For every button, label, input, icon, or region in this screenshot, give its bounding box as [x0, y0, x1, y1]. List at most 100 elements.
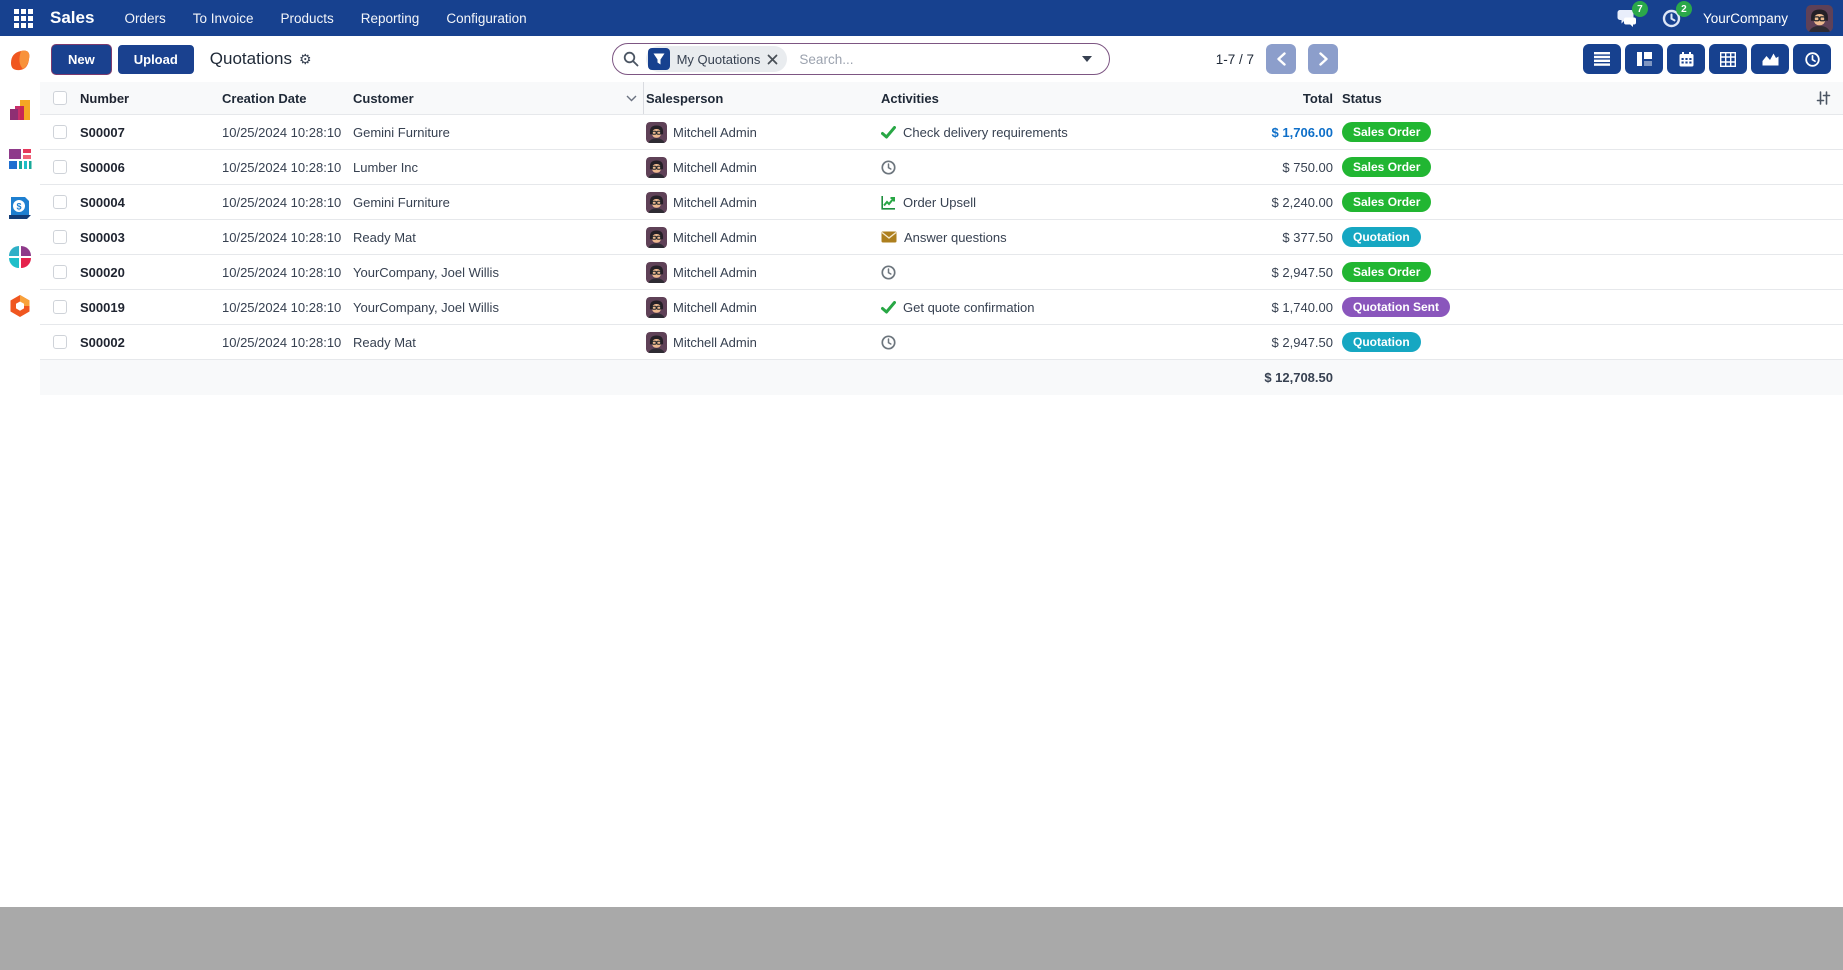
salesperson-name: Mitchell Admin — [673, 265, 757, 280]
row-creation-date: 10/25/2024 10:28:10 — [222, 325, 353, 359]
sidebar-app-crm[interactable] — [7, 48, 33, 74]
nav-item-orders[interactable]: Orders — [124, 11, 165, 26]
row-customer: YourCompany, Joel Willis — [353, 255, 644, 289]
nav-menu: Orders To Invoice Products Reporting Con… — [124, 11, 526, 26]
salesperson-name: Mitchell Admin — [673, 160, 757, 175]
column-header-creation-date[interactable]: Creation Date — [222, 82, 353, 114]
activity-view-button[interactable] — [1793, 44, 1831, 74]
sidebar-app-sales[interactable] — [7, 97, 33, 123]
table-row[interactable]: S0002010/25/2024 10:28:10YourCompany, Jo… — [40, 255, 1843, 290]
column-header-salesperson[interactable]: Salesperson — [644, 82, 881, 114]
search-bar: My Quotations — [612, 43, 1110, 75]
activity-label: Get quote confirmation — [903, 300, 1035, 315]
activity-upsell-chart-icon — [881, 195, 896, 210]
column-header-customer[interactable]: Customer — [353, 82, 644, 114]
chevron-right-icon — [1318, 52, 1329, 66]
search-input[interactable] — [799, 52, 1068, 67]
sort-chevron-icon — [626, 95, 637, 102]
sidebar-app-invoicing[interactable]: $ — [7, 195, 33, 221]
activity-clock-icon — [881, 335, 896, 350]
table-row[interactable]: S0000410/25/2024 10:28:10Gemini Furnitur… — [40, 185, 1843, 220]
row-checkbox[interactable] — [40, 150, 80, 184]
pager-next-button[interactable] — [1308, 44, 1338, 74]
sidebar-app-dashboards[interactable] — [7, 146, 33, 172]
nav-item-products[interactable]: Products — [281, 11, 334, 26]
top-navbar: Sales Orders To Invoice Products Reporti… — [0, 0, 1843, 36]
company-switcher[interactable]: YourCompany — [1703, 11, 1788, 26]
row-activity[interactable] — [881, 150, 1151, 184]
column-header-status[interactable]: Status — [1333, 82, 1809, 114]
row-checkbox[interactable] — [40, 185, 80, 219]
table-row[interactable]: S0001910/25/2024 10:28:10YourCompany, Jo… — [40, 290, 1843, 325]
dashboards-icon — [7, 146, 33, 172]
row-status: Quotation — [1333, 325, 1843, 359]
nav-item-reporting[interactable]: Reporting — [361, 11, 420, 26]
row-activity[interactable]: Get quote confirmation — [881, 290, 1151, 324]
kanban-view-button[interactable] — [1625, 44, 1663, 74]
page-title: Quotations — [210, 49, 292, 69]
list-view-icon — [1594, 52, 1610, 66]
new-button[interactable]: New — [52, 45, 111, 74]
graph-view-button[interactable] — [1751, 44, 1789, 74]
select-all-checkbox[interactable] — [40, 82, 80, 114]
activity-view-icon — [1805, 52, 1820, 67]
row-number: S00002 — [80, 325, 222, 359]
pager-previous-button[interactable] — [1266, 44, 1296, 74]
row-creation-date: 10/25/2024 10:28:10 — [222, 220, 353, 254]
chevron-left-icon — [1276, 52, 1287, 66]
row-checkbox[interactable] — [40, 290, 80, 324]
column-header-number[interactable]: Number — [80, 82, 222, 114]
table-row[interactable]: S0000710/25/2024 10:28:10Gemini Furnitur… — [40, 115, 1843, 150]
control-panel: New Upload Quotations ⚙ My Quota — [40, 36, 1843, 82]
sidebar-app-settings[interactable] — [7, 293, 33, 319]
action-gear-icon[interactable]: ⚙ — [299, 51, 312, 68]
status-badge: Sales Order — [1342, 157, 1431, 177]
row-creation-date: 10/25/2024 10:28:10 — [222, 290, 353, 324]
messages-button[interactable]: 7 — [1615, 6, 1641, 30]
column-header-total[interactable]: Total — [1151, 82, 1333, 114]
column-header-activities[interactable]: Activities — [881, 82, 1151, 114]
table-row[interactable]: S0000610/25/2024 10:28:10Lumber IncMitch… — [40, 150, 1843, 185]
table-row[interactable]: S0000210/25/2024 10:28:10Ready MatMitche… — [40, 325, 1843, 360]
row-customer: Gemini Furniture — [353, 185, 644, 219]
row-checkbox[interactable] — [40, 115, 80, 149]
bar-chart-icon — [7, 97, 33, 123]
pie-wheel-icon — [7, 244, 33, 270]
row-customer: YourCompany, Joel Willis — [353, 290, 644, 324]
search-options-toggle[interactable] — [1069, 44, 1105, 74]
user-avatar[interactable] — [1806, 5, 1833, 32]
calendar-view-icon — [1679, 52, 1694, 67]
row-activity[interactable] — [881, 255, 1151, 289]
row-activity[interactable]: Answer questions — [881, 220, 1151, 254]
row-activity[interactable]: Order Upsell — [881, 185, 1151, 219]
table-row[interactable]: S0000310/25/2024 10:28:10Ready MatMitche… — [40, 220, 1843, 255]
row-total: $ 1,740.00 — [1151, 290, 1333, 324]
row-activity[interactable]: Check delivery requirements — [881, 115, 1151, 149]
salesperson-avatar — [646, 262, 667, 283]
calendar-view-button[interactable] — [1667, 44, 1705, 74]
content-area: New Upload Quotations ⚙ My Quota — [40, 36, 1843, 907]
upload-button[interactable]: Upload — [118, 45, 194, 74]
row-status: Quotation — [1333, 220, 1843, 254]
optional-columns-toggle[interactable] — [1809, 82, 1843, 114]
activities-button[interactable]: 2 — [1659, 6, 1685, 30]
odoo-app-window: Sales Orders To Invoice Products Reporti… — [0, 0, 1843, 907]
sidebar-app-analytics[interactable] — [7, 244, 33, 270]
pager-value[interactable]: 1-7 / 7 — [1216, 52, 1254, 67]
activity-done-check-icon — [881, 126, 896, 139]
row-activity[interactable] — [881, 325, 1151, 359]
row-checkbox[interactable] — [40, 220, 80, 254]
filter-chip-label: My Quotations — [677, 52, 761, 67]
nav-item-configuration[interactable]: Configuration — [446, 11, 526, 26]
nav-item-to-invoice[interactable]: To Invoice — [193, 11, 254, 26]
row-checkbox[interactable] — [40, 325, 80, 359]
list-view-button[interactable] — [1583, 44, 1621, 74]
app-brand[interactable]: Sales — [50, 8, 94, 28]
salesperson-avatar — [646, 297, 667, 318]
filter-remove-icon[interactable] — [767, 54, 778, 65]
salesperson-avatar — [646, 227, 667, 248]
row-checkbox[interactable] — [40, 255, 80, 289]
pivot-view-button[interactable] — [1709, 44, 1747, 74]
apps-menu-icon[interactable] — [10, 5, 36, 31]
activity-label: Answer questions — [904, 230, 1007, 245]
